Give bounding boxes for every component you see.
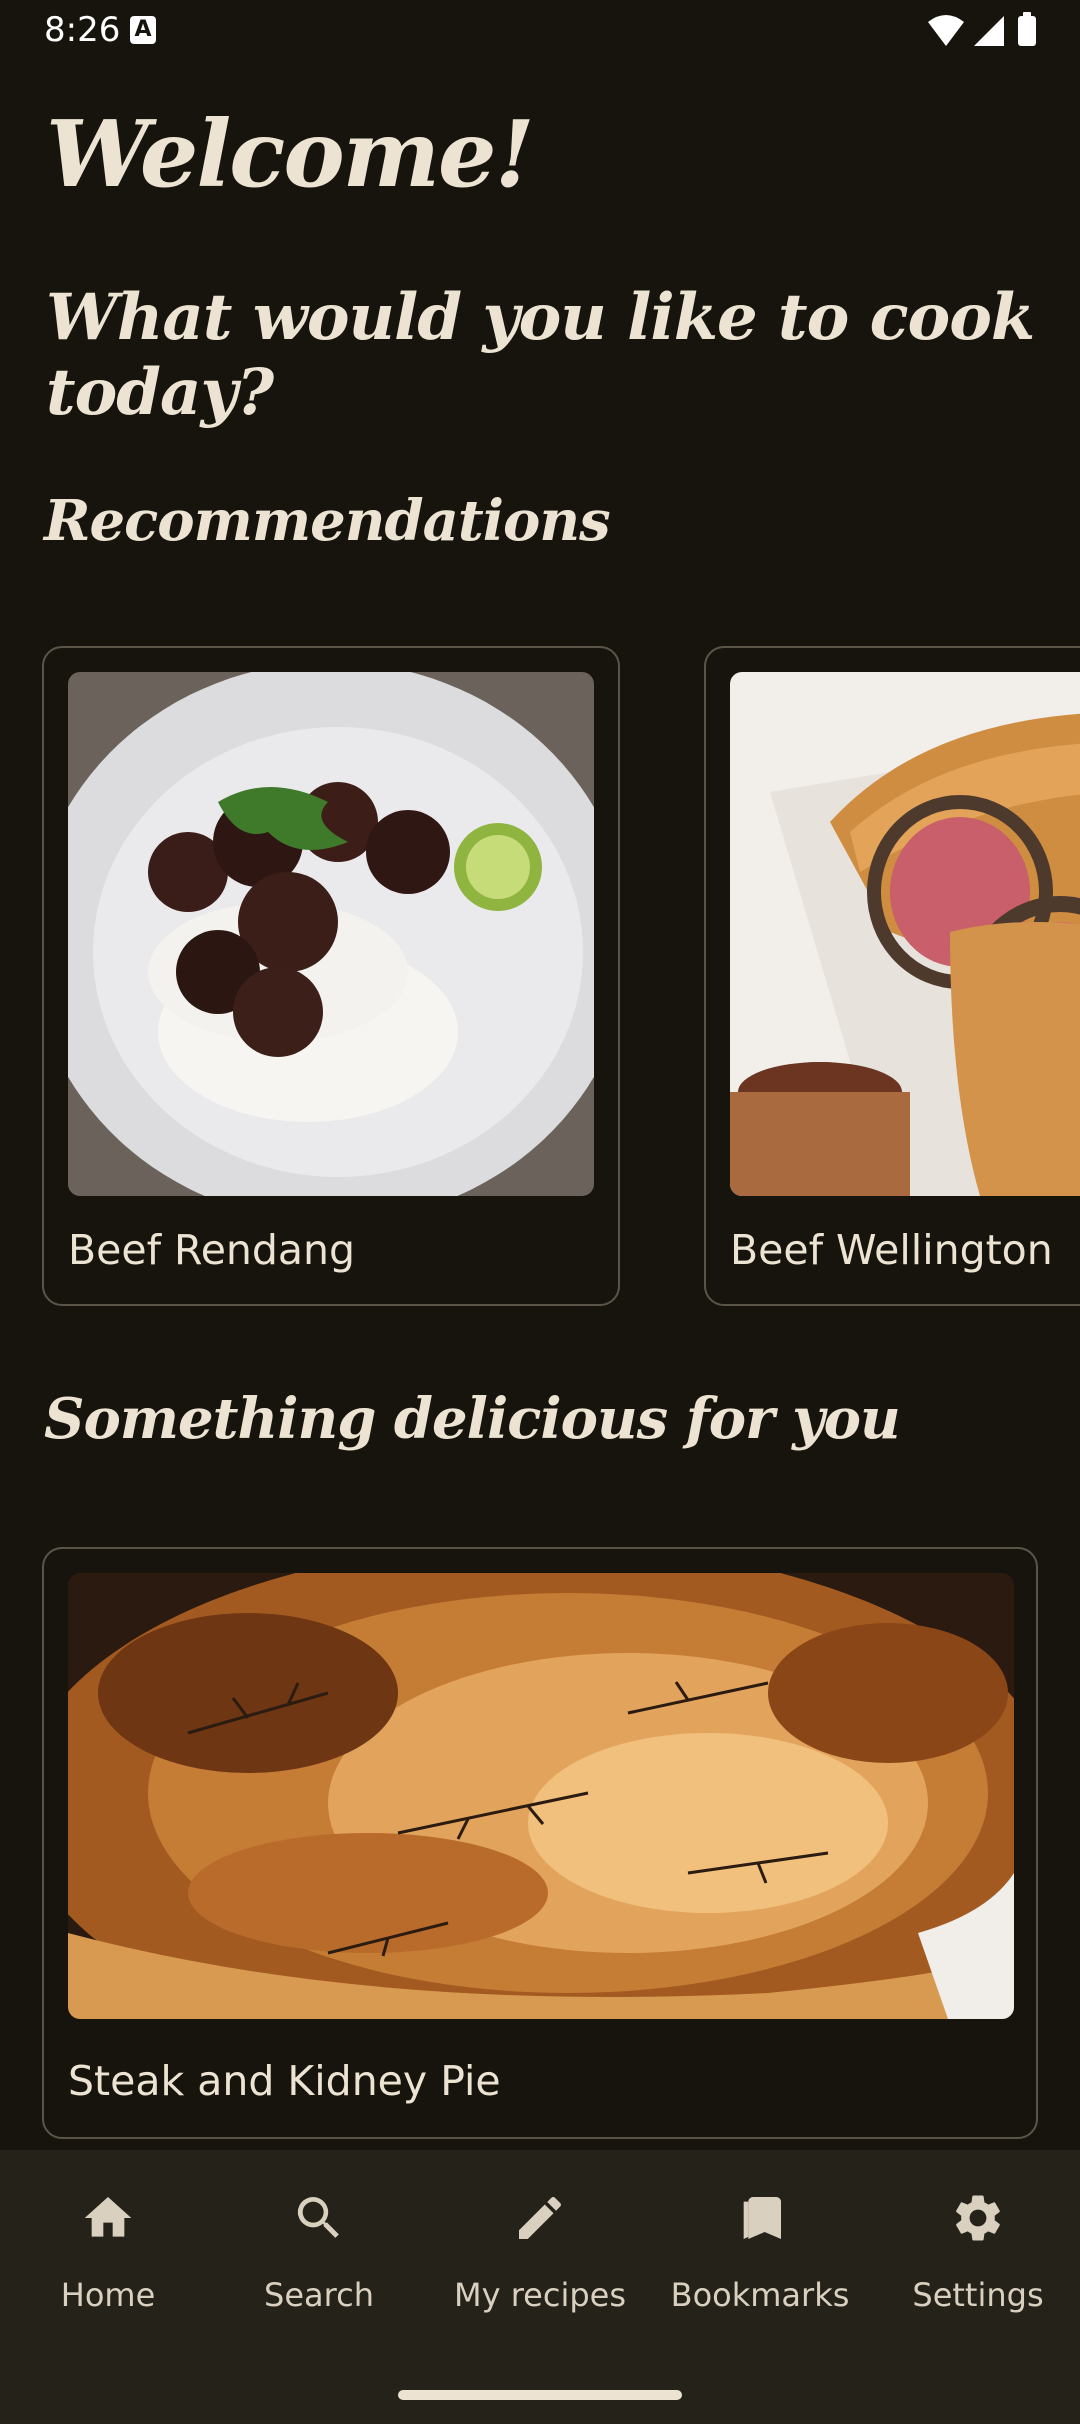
wifi-icon xyxy=(928,15,964,46)
nav-item-search[interactable]: Search xyxy=(211,2190,427,2340)
notification-icon: A xyxy=(130,16,156,44)
status-time: 8:26 xyxy=(44,10,121,50)
cellular-icon xyxy=(974,16,1004,46)
status-icons xyxy=(926,12,1040,50)
home-icon xyxy=(84,2197,132,2237)
search-icon xyxy=(297,2197,339,2238)
recipe-card-steak-and-kidney-pie[interactable]: Steak and Kidney Pie xyxy=(42,1547,1038,2139)
nav-item-home[interactable]: Home xyxy=(0,2190,216,2340)
pencil-icon xyxy=(519,2196,561,2239)
gesture-home-bar[interactable] xyxy=(398,2390,682,2400)
recommendations-heading: Recommendations xyxy=(44,488,611,554)
status-bar: 8:26 A xyxy=(0,0,1080,62)
nav-label: Bookmarks xyxy=(670,2276,850,2314)
recipe-card-beef-wellington[interactable]: Beef Wellington xyxy=(704,646,1080,1306)
nav-label: Home xyxy=(60,2276,156,2314)
bookmarks-icon xyxy=(743,2197,781,2239)
nav-label: Settings xyxy=(912,2276,1044,2314)
recipe-card-label: Steak and Kidney Pie xyxy=(68,2057,501,2105)
nav-item-settings[interactable]: Settings xyxy=(870,2190,1080,2340)
nav-item-bookmarks[interactable]: Bookmarks xyxy=(652,2190,868,2340)
nav-label: Search xyxy=(264,2276,374,2314)
something-delicious-heading: Something delicious for you xyxy=(44,1386,901,1452)
gear-icon xyxy=(956,2195,1000,2241)
recipe-card-label: Beef Wellington xyxy=(730,1226,1053,1274)
welcome-title: Welcome! xyxy=(46,100,535,208)
beef-wellington-image xyxy=(730,672,1080,1196)
recipe-card-beef-rendang[interactable]: Beef Rendang xyxy=(42,646,620,1306)
steak-and-kidney-pie-image xyxy=(68,1573,1014,2019)
bottom-navigation: Home Search My recipes Bookmarks Setting… xyxy=(0,2150,1080,2424)
battery-icon xyxy=(1018,16,1036,46)
nav-item-my-recipes[interactable]: My recipes xyxy=(432,2190,648,2340)
beef-rendang-image xyxy=(68,672,594,1196)
recipe-card-label: Beef Rendang xyxy=(68,1226,356,1274)
nav-label: My recipes xyxy=(453,2276,626,2314)
question-heading: What would you like to cook today? xyxy=(46,280,1035,430)
